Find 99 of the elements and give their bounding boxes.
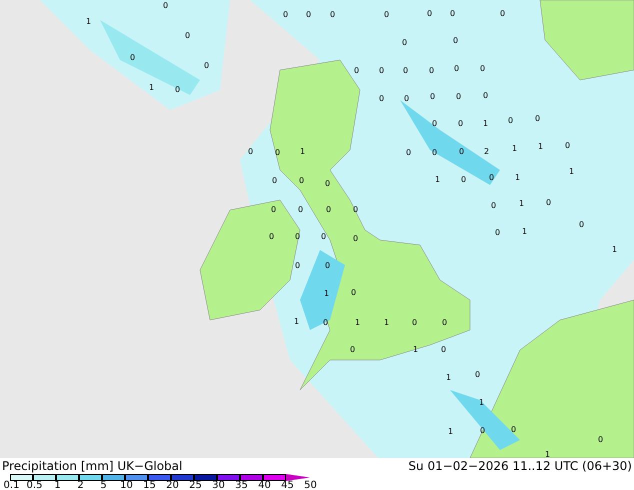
precipitation-value: 0 (298, 206, 304, 214)
precipitation-value: 0 (353, 206, 358, 214)
precipitation-value: 1 (149, 84, 154, 92)
legend-label: 50 (303, 481, 318, 490)
precipitation-value: 0 (454, 65, 460, 73)
precipitation-value: 0 (480, 65, 486, 73)
precipitation-value: 1 (545, 451, 550, 459)
precipitation-value: 0 (480, 427, 486, 435)
precipitation-value: 0 (579, 221, 584, 229)
precipitation-value: 0 (475, 371, 480, 379)
precipitation-value: 0 (546, 199, 552, 207)
precipitation-value: 0 (283, 11, 288, 19)
precipitation-value: 0 (489, 174, 494, 182)
legend-label: 0.5 (26, 481, 44, 490)
precipitation-value: 0 (163, 2, 168, 10)
legend-label: 25 (188, 481, 203, 490)
precipitation-value: 1 (384, 319, 390, 327)
precipitation-value: 0 (461, 176, 466, 184)
precipitation-value: 0 (432, 149, 438, 157)
precipitation-value: 0 (272, 177, 278, 185)
precipitation-value: 0 (204, 62, 210, 70)
precipitation-value: 1 (448, 428, 454, 436)
precipitation-value: 0 (453, 37, 458, 45)
precipitation-value: 0 (403, 67, 408, 75)
precipitation-value: 0 (441, 346, 446, 354)
legend-label: 45 (280, 481, 295, 490)
precipitation-value: 0 (511, 426, 516, 434)
precipitation-value: 0 (565, 142, 570, 150)
legend-label: 1 (53, 481, 62, 490)
precipitation-value: 0 (429, 67, 434, 75)
precipitation-value: 0 (500, 10, 506, 18)
precipitation-value: 0 (404, 95, 410, 103)
precipitation-value: 1 (612, 246, 618, 254)
precipitation-value: 0 (483, 92, 488, 100)
precipitation-value: 0 (412, 319, 418, 327)
precipitation-value: 0 (353, 235, 358, 243)
precipitation-value: 1 (294, 318, 300, 326)
precipitation-value: 0 (535, 115, 540, 123)
precipitation-value: 1 (515, 174, 520, 182)
precipitation-value: 0 (330, 11, 336, 19)
precipitation-value: 0 (323, 319, 328, 327)
legend-label: 10 (119, 481, 134, 490)
precipitation-value: 0 (427, 10, 432, 18)
precipitation-value: 0 (185, 32, 190, 40)
precipitation-value: 1 (483, 120, 488, 128)
precipitation-value: 1 (479, 399, 484, 407)
precipitation-value: 0 (269, 233, 274, 241)
precipitation-value: 0 (295, 262, 300, 270)
precipitation-value: 0 (598, 436, 604, 444)
precipitation-value: 1 (324, 290, 330, 298)
precipitation-value: 0 (491, 202, 496, 210)
precipitation-value: 0 (508, 117, 514, 125)
precipitation-value: 0 (384, 11, 390, 19)
precipitation-value: 1 (519, 200, 524, 208)
legend-label: 5 (99, 481, 108, 490)
precipitation-value: 0 (458, 120, 464, 128)
legend-label: 35 (234, 481, 249, 490)
precipitation-value: 0 (275, 149, 280, 157)
precipitation-value: 0 (406, 149, 412, 157)
precipitation-value: 0 (248, 148, 254, 156)
precipitation-value: 1 (512, 145, 518, 153)
forecast-time: Su 01−02−2026 11..12 UTC (06+30) (408, 460, 632, 472)
precipitation-value: 0 (495, 229, 500, 237)
precipitation-value: 1 (538, 143, 544, 151)
precipitation-value: 1 (446, 374, 452, 382)
precipitation-value: 0 (432, 120, 438, 128)
precipitation-value: 0 (295, 233, 300, 241)
precipitation-value: 1 (300, 148, 306, 156)
precipitation-value: 0 (175, 86, 180, 94)
precipitation-value: 0 (442, 319, 448, 327)
precipitation-value: 1 (569, 168, 574, 176)
precipitation-value: 0 (271, 206, 276, 214)
precipitation-value: 0 (325, 262, 330, 270)
precipitation-value: 1 (435, 176, 440, 184)
precipitation-value: 0 (325, 180, 330, 188)
precipitation-value: 0 (450, 10, 456, 18)
precipitation-value: 0 (456, 93, 462, 101)
precipitation-value: 1 (413, 346, 418, 354)
precipitation-value: 0 (430, 93, 436, 101)
precipitation-value: 0 (350, 346, 356, 354)
precipitation-value: 0 (306, 11, 312, 19)
precipitation-value: 0 (130, 54, 136, 62)
precipitation-value: 1 (522, 228, 528, 236)
precipitation-value: 1 (355, 319, 360, 327)
map-title: Precipitation [mm] UK−Global (2, 460, 182, 472)
legend-label: 15 (142, 481, 157, 490)
precipitation-value: 0 (402, 39, 408, 47)
precipitation-value: 0 (354, 67, 360, 75)
precipitation-value: 0 (351, 289, 356, 297)
precipitation-value: 0 (379, 95, 384, 103)
legend-label: 40 (257, 481, 272, 490)
precipitation-value: 0 (379, 67, 384, 75)
precipitation-value: 1 (86, 18, 92, 26)
legend-label: 0.1 (2, 481, 20, 490)
precipitation-value: 0 (321, 233, 326, 241)
precipitation-value: 0 (459, 148, 464, 156)
precipitation-value: 0 (299, 177, 304, 185)
precipitation-value: 0 (326, 206, 332, 214)
precipitation-value: 2 (484, 148, 490, 156)
